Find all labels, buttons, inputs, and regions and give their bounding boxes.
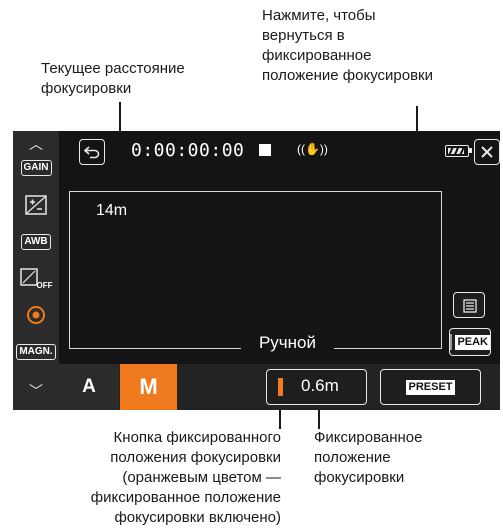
timecode: 0:00:00:00	[131, 140, 245, 161]
back-button[interactable]	[79, 139, 105, 165]
annotation-return-to-preset: Нажмите, чтобы вернуться в фиксированное…	[262, 7, 433, 84]
awb-label: AWB	[21, 234, 51, 250]
annotation-current-distance: Текущее расстояние фокусировки	[41, 60, 185, 97]
exposure-icon[interactable]	[17, 192, 55, 218]
peaking-button[interactable]: PEAK	[449, 328, 491, 356]
magn-label: MAGN.	[16, 344, 56, 360]
preset-focus-button[interactable]: 0.6m	[266, 369, 367, 405]
close-icon	[481, 146, 493, 158]
auto-focus-button[interactable]: A	[59, 364, 119, 410]
focus-mode-label: Ручной	[241, 330, 334, 356]
gain-label: GAIN	[20, 160, 52, 176]
annotation-preset-button: Кнопка фиксированного положения фокусиро…	[90, 429, 281, 526]
camera-screen: ︿ GAIN AWB OFF MAGN. ﹀ 0:00:00:00 ((✋))	[13, 131, 500, 410]
scroll-up-icon[interactable]: ︿	[17, 131, 55, 157]
battery-icon	[445, 145, 472, 157]
image-stabilizer-icon: ((✋))	[297, 142, 328, 156]
current-focus-distance: 14m	[83, 199, 140, 222]
manual-focus-button[interactable]: M	[120, 364, 177, 410]
white-balance-icon[interactable]: AWB	[17, 229, 55, 255]
top-status-bar: 0:00:00:00 ((✋))	[59, 131, 500, 169]
display-settings-button[interactable]	[453, 292, 485, 318]
preset-on-indicator	[278, 378, 283, 396]
bottom-focus-bar: A M 0.6m PRESET	[59, 364, 500, 410]
preset-focus-distance: 0.6m	[301, 376, 339, 395]
annotation-preset-position: Фиксированное положение фокусировки	[314, 429, 423, 486]
close-button[interactable]	[474, 139, 500, 165]
scroll-down-icon[interactable]: ﹀	[17, 378, 55, 404]
gain-icon[interactable]: GAIN	[17, 155, 55, 181]
return-icon	[84, 146, 100, 159]
return-to-preset-button[interactable]: PRESET	[380, 369, 481, 405]
preset-label: PRESET	[406, 379, 455, 395]
settings-list-icon	[463, 299, 477, 313]
peak-label: PEAK	[455, 334, 490, 350]
focus-icon[interactable]	[17, 302, 55, 328]
image-effect-off-icon[interactable]: OFF	[17, 266, 55, 292]
left-menu-bar: ︿ GAIN AWB OFF MAGN. ﹀	[13, 131, 59, 410]
magnify-icon[interactable]: MAGN.	[16, 339, 56, 365]
stop-icon	[259, 144, 271, 156]
off-label: OFF	[36, 280, 53, 290]
